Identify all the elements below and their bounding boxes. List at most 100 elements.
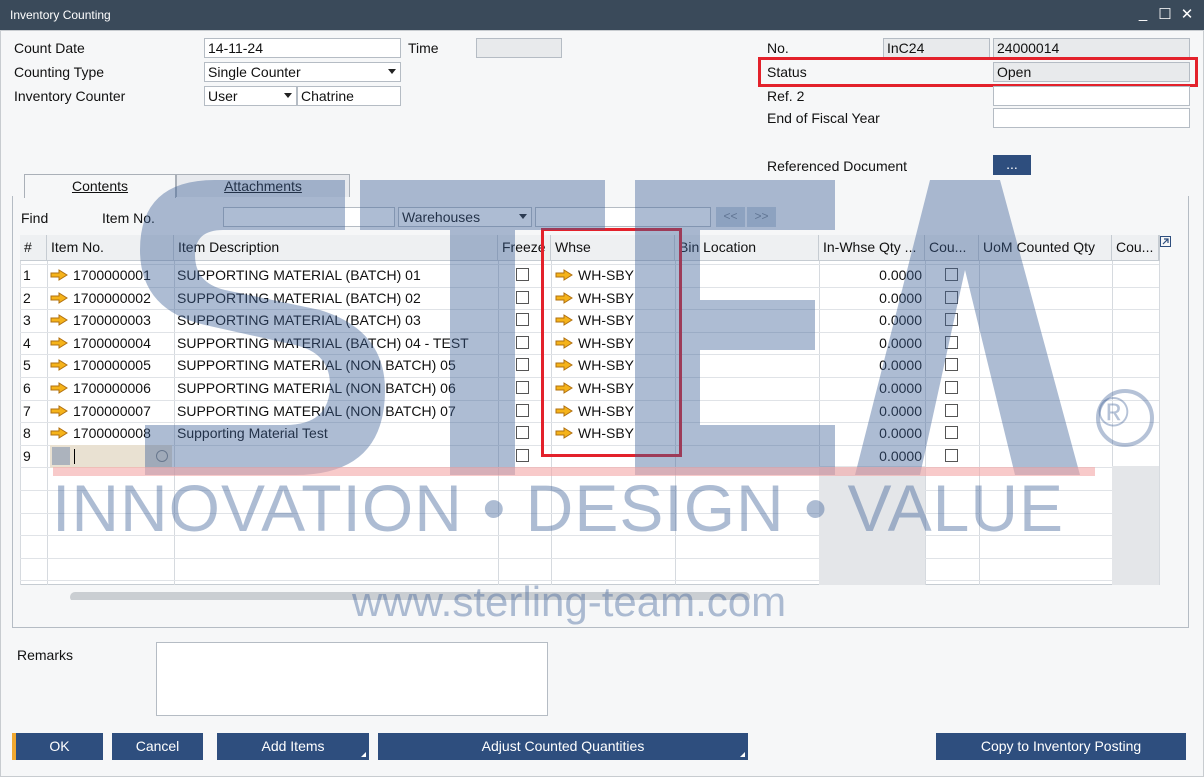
chevron-down-icon	[519, 214, 527, 219]
column-header[interactable]: Cou...	[925, 235, 979, 261]
chevron-down-icon	[388, 69, 396, 74]
link-arrow-icon[interactable]	[50, 359, 68, 371]
item-no-cell[interactable]: 1700000003	[50, 309, 174, 332]
item-no-value: 1700000003	[73, 312, 151, 328]
minimize-icon[interactable]: _	[1133, 5, 1153, 25]
item-no-cell[interactable]: 1700000002	[50, 287, 174, 310]
item-description-cell[interactable]: SUPPORTING MATERIAL (BATCH) 01	[177, 264, 497, 287]
item-description-cell[interactable]: SUPPORTING MATERIAL (BATCH) 04 - TEST	[177, 332, 497, 355]
freeze-checkbox[interactable]	[516, 358, 529, 371]
counted-checkbox[interactable]	[945, 404, 958, 417]
freeze-checkbox[interactable]	[516, 426, 529, 439]
freeze-checkbox[interactable]	[516, 449, 529, 462]
in-whse-qty-cell: 0.0000	[879, 335, 922, 351]
freeze-checkbox[interactable]	[516, 291, 529, 304]
cancel-button[interactable]: Cancel	[112, 733, 203, 760]
expand-grid-icon[interactable]	[1160, 236, 1171, 247]
counter-name-field[interactable]: Chatrine	[297, 86, 401, 106]
chevron-down-icon	[284, 93, 292, 98]
counting-type-select[interactable]: Single Counter	[204, 62, 401, 82]
counted-checkbox[interactable]	[945, 268, 958, 281]
remarks-field[interactable]	[156, 642, 548, 716]
column-header[interactable]: Bin Location	[675, 235, 819, 261]
item-no-value: 1700000007	[73, 403, 151, 419]
item-description-cell[interactable]: Supporting Material Test	[177, 422, 497, 445]
referenced-document-button[interactable]: ...	[993, 155, 1031, 175]
item-no-cell[interactable]: 1700000005	[50, 354, 174, 377]
column-header[interactable]: Cou...	[1112, 235, 1159, 261]
link-arrow-icon[interactable]	[50, 292, 68, 304]
find-prev-button[interactable]: <<	[716, 207, 745, 227]
ok-button[interactable]: OK	[16, 733, 103, 760]
in-whse-qty-cell: 0.0000	[879, 312, 922, 328]
find-next-button[interactable]: >>	[747, 207, 776, 227]
item-description-cell[interactable]: SUPPORTING MATERIAL (NON BATCH) 05	[177, 354, 497, 377]
item-no-cell[interactable]: 1700000008	[50, 422, 174, 445]
item-description-cell[interactable]: SUPPORTING MATERIAL (NON BATCH) 07	[177, 400, 497, 423]
find-field-label: Item No.	[102, 210, 155, 226]
freeze-checkbox[interactable]	[516, 404, 529, 417]
grid-hline	[20, 513, 1159, 514]
tab-contents-label: Contents	[71, 178, 129, 194]
item-no-cell[interactable]: 1700000004	[50, 332, 174, 355]
link-arrow-icon[interactable]	[50, 405, 68, 417]
item-no-cell[interactable]: 1700000006	[50, 377, 174, 400]
link-arrow-icon[interactable]	[50, 382, 68, 394]
adjust-counted-quantities-label: Adjust Counted Quantities	[481, 738, 645, 754]
counter-type-value: User	[208, 88, 238, 104]
tab-attachments[interactable]: Attachments	[176, 174, 350, 197]
tab-contents[interactable]: Contents	[24, 174, 176, 198]
end-fiscal-field[interactable]	[993, 108, 1190, 128]
link-arrow-icon[interactable]	[50, 427, 68, 439]
column-header[interactable]: UoM Counted Qty	[979, 235, 1112, 261]
item-no-value: 1700000004	[73, 335, 151, 351]
item-no-value: 1700000002	[73, 290, 151, 306]
freeze-checkbox[interactable]	[516, 336, 529, 349]
adjust-counted-quantities-button[interactable]: Adjust Counted Quantities	[378, 733, 748, 760]
close-icon[interactable]: ✕	[1177, 5, 1197, 25]
in-whse-qty-cell: 0.0000	[879, 357, 922, 373]
counted-checkbox[interactable]	[945, 381, 958, 394]
column-header[interactable]: Item Description	[174, 235, 498, 261]
counted-checkbox[interactable]	[945, 426, 958, 439]
item-description-cell[interactable]: SUPPORTING MATERIAL (BATCH) 03	[177, 309, 497, 332]
grid-disabled-area	[819, 466, 925, 585]
freeze-checkbox[interactable]	[516, 381, 529, 394]
choose-from-list-icon[interactable]	[156, 450, 168, 462]
count-date-field[interactable]: 14-11-24	[204, 38, 401, 58]
series-field[interactable]: InC24	[883, 38, 990, 58]
link-arrow-icon[interactable]	[50, 269, 68, 281]
counted-checkbox[interactable]	[945, 313, 958, 326]
grid-hline	[20, 558, 1159, 559]
doc-number-field[interactable]: 24000014	[993, 38, 1190, 58]
freeze-checkbox[interactable]	[516, 268, 529, 281]
ref2-field[interactable]	[993, 86, 1190, 106]
column-header[interactable]: Item No.	[47, 235, 174, 261]
inventory-counter-label: Inventory Counter	[14, 88, 126, 104]
counted-checkbox[interactable]	[945, 336, 958, 349]
warehouse-input[interactable]	[535, 207, 711, 227]
warehouse-select[interactable]: Warehouses	[398, 207, 532, 227]
count-date-label: Count Date	[14, 40, 85, 56]
link-arrow-icon[interactable]	[50, 337, 68, 349]
column-header[interactable]: In-Whse Qty ...	[819, 235, 925, 261]
link-arrow-icon[interactable]	[50, 314, 68, 326]
edit-cursor	[74, 449, 75, 464]
copy-to-inventory-posting-button[interactable]: Copy to Inventory Posting	[936, 733, 1186, 760]
item-description-cell[interactable]: SUPPORTING MATERIAL (BATCH) 02	[177, 287, 497, 310]
maximize-icon[interactable]: ☐	[1155, 5, 1175, 25]
counted-checkbox[interactable]	[945, 291, 958, 304]
item-no-cell[interactable]: 1700000007	[50, 400, 174, 423]
item-description-cell[interactable]: SUPPORTING MATERIAL (NON BATCH) 06	[177, 377, 497, 400]
column-header[interactable]: #	[20, 235, 47, 261]
ref2-label: Ref. 2	[767, 88, 805, 104]
counter-type-select[interactable]: User	[204, 86, 297, 106]
add-items-button[interactable]: Add Items	[217, 733, 369, 760]
item-no-cell[interactable]: 1700000001	[50, 264, 174, 287]
time-field[interactable]	[476, 38, 562, 58]
find-input[interactable]	[223, 207, 395, 227]
counted-checkbox[interactable]	[945, 449, 958, 462]
counted-checkbox[interactable]	[945, 358, 958, 371]
freeze-checkbox[interactable]	[516, 313, 529, 326]
item-description-cell[interactable]	[177, 445, 497, 468]
